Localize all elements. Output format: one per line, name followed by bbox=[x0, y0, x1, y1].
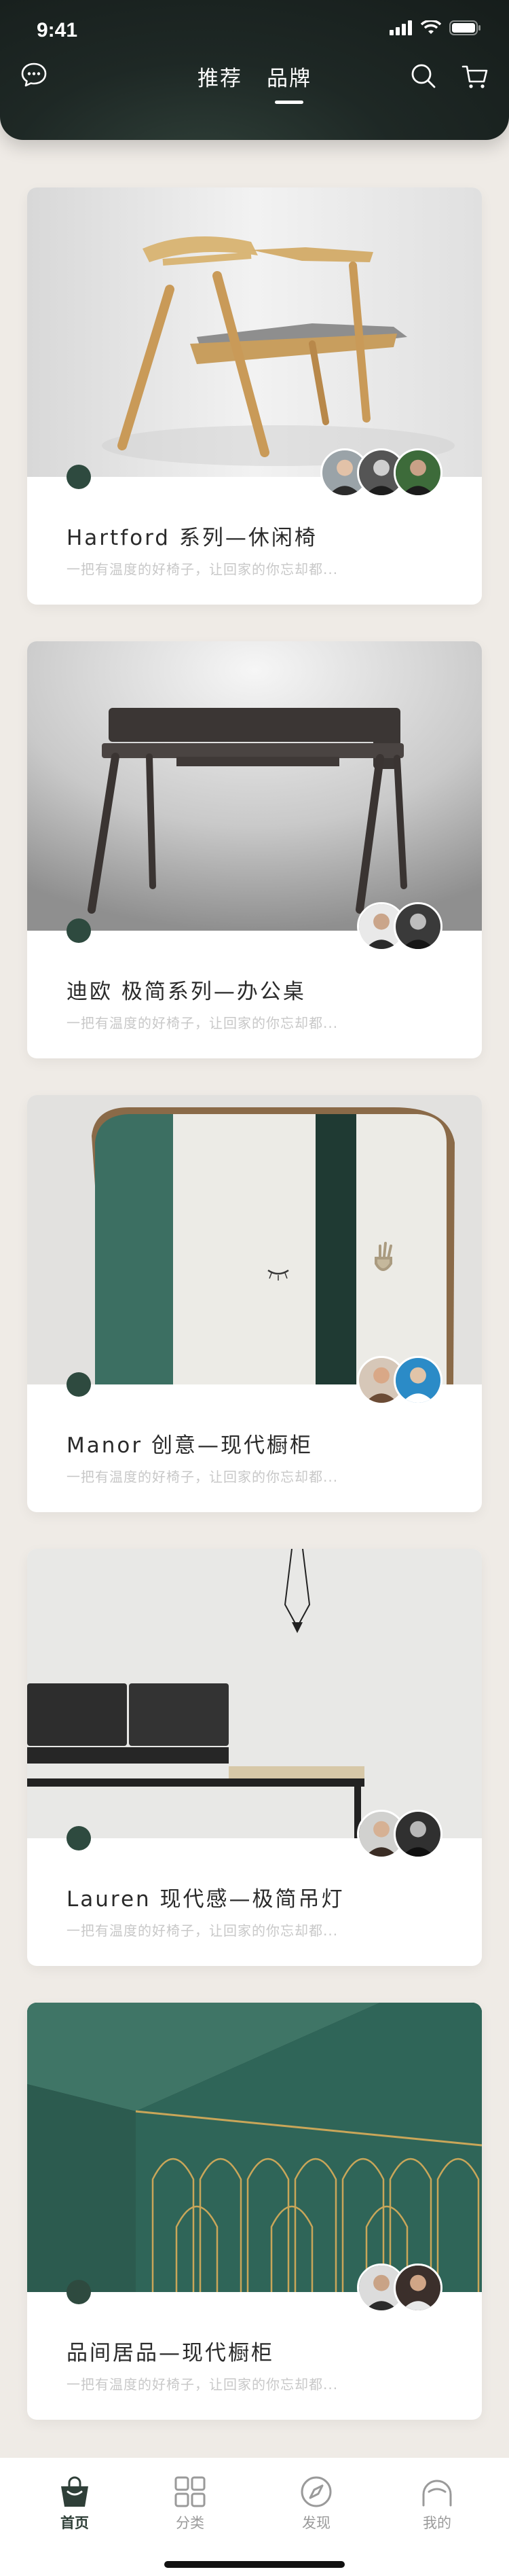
tab-label: 我的 bbox=[423, 2515, 451, 2531]
card-title: Lauren 现代感—极简吊灯 bbox=[67, 1887, 345, 1912]
battery-icon bbox=[449, 20, 480, 35]
card-title: 迪欧 极简系列—办公桌 bbox=[67, 980, 306, 1004]
avatar[interactable] bbox=[394, 1356, 442, 1405]
designer-avatars bbox=[357, 1356, 442, 1405]
home-indicator[interactable] bbox=[164, 2561, 345, 2568]
tab-label: 分类 bbox=[176, 2515, 204, 2531]
product-image bbox=[27, 1095, 482, 1384]
product-card[interactable]: Hartford 系列—休闲椅 一把有温度的好椅子，让回家的你忘却都... bbox=[27, 187, 482, 605]
product-image bbox=[27, 2003, 482, 2292]
product-card[interactable]: Manor 创意—现代橱柜 一把有温度的好椅子，让回家的你忘却都... bbox=[27, 1095, 482, 1512]
product-image bbox=[27, 1549, 482, 1838]
tab-recommend[interactable]: 推荐 bbox=[197, 61, 242, 104]
card-indicator-dot bbox=[67, 1826, 91, 1850]
avatar[interactable] bbox=[394, 448, 442, 497]
compass-icon bbox=[301, 2476, 332, 2507]
product-image bbox=[27, 641, 482, 931]
designer-avatars bbox=[357, 902, 442, 951]
status-bar: 9:41 bbox=[0, 0, 509, 60]
product-card[interactable]: Lauren 现代感—极简吊灯 一把有温度的好椅子，让回家的你忘却都... bbox=[27, 1549, 482, 1966]
tab-label: 发现 bbox=[302, 2515, 331, 2531]
header: 9:41 推荐 品牌 bbox=[0, 0, 509, 140]
card-subtitle: 一把有温度的好椅子，让回家的你忘却都... bbox=[67, 2376, 339, 2393]
status-icons bbox=[390, 20, 480, 35]
grid-icon bbox=[174, 2476, 206, 2507]
card-subtitle: 一把有温度的好椅子，让回家的你忘却都... bbox=[67, 1922, 339, 1939]
status-time: 9:41 bbox=[37, 19, 78, 41]
card-title: Manor 创意—现代橱柜 bbox=[67, 1433, 313, 1458]
product-image bbox=[27, 187, 482, 477]
tab-brand[interactable]: 品牌 bbox=[267, 61, 312, 104]
cart-icon[interactable] bbox=[460, 61, 490, 91]
avatar[interactable] bbox=[394, 2264, 442, 2312]
bottom-tab-bar: 首页 分类 发现 我的 bbox=[0, 2458, 509, 2576]
card-indicator-dot bbox=[67, 918, 91, 943]
avatar[interactable] bbox=[394, 902, 442, 951]
avatar[interactable] bbox=[394, 1810, 442, 1859]
tab-discover[interactable]: 发现 bbox=[282, 2474, 350, 2533]
designer-avatars bbox=[320, 448, 442, 497]
tab-home[interactable]: 首页 bbox=[41, 2474, 109, 2533]
card-title: Hartford 系列—休闲椅 bbox=[67, 526, 318, 550]
signal-icon bbox=[390, 20, 412, 35]
wifi-icon bbox=[421, 20, 441, 34]
tab-category[interactable]: 分类 bbox=[156, 2474, 224, 2533]
designer-avatars bbox=[357, 2264, 442, 2312]
card-indicator-dot bbox=[67, 465, 91, 489]
card-title: 品间居品—现代橱柜 bbox=[67, 2341, 274, 2365]
product-card[interactable]: 迪欧 极简系列—办公桌 一把有温度的好椅子，让回家的你忘却都... bbox=[27, 641, 482, 1058]
designer-avatars bbox=[357, 1810, 442, 1859]
card-indicator-dot bbox=[67, 1372, 91, 1397]
card-subtitle: 一把有温度的好椅子，让回家的你忘却都... bbox=[67, 1015, 339, 1031]
tab-label: 首页 bbox=[60, 2515, 89, 2531]
product-card[interactable]: 品间居品—现代橱柜 一把有温度的好椅子，让回家的你忘却都... bbox=[27, 2003, 482, 2420]
card-indicator-dot bbox=[67, 2280, 91, 2304]
user-icon bbox=[422, 2480, 452, 2507]
card-subtitle: 一把有温度的好椅子，让回家的你忘却都... bbox=[67, 561, 339, 577]
top-nav: 推荐 品牌 bbox=[0, 60, 509, 121]
nav-actions bbox=[409, 61, 490, 91]
tab-mine[interactable]: 我的 bbox=[403, 2474, 471, 2533]
search-icon[interactable] bbox=[409, 61, 438, 91]
card-subtitle: 一把有温度的好椅子，让回家的你忘却都... bbox=[67, 1469, 339, 1485]
bag-icon bbox=[61, 2476, 88, 2507]
